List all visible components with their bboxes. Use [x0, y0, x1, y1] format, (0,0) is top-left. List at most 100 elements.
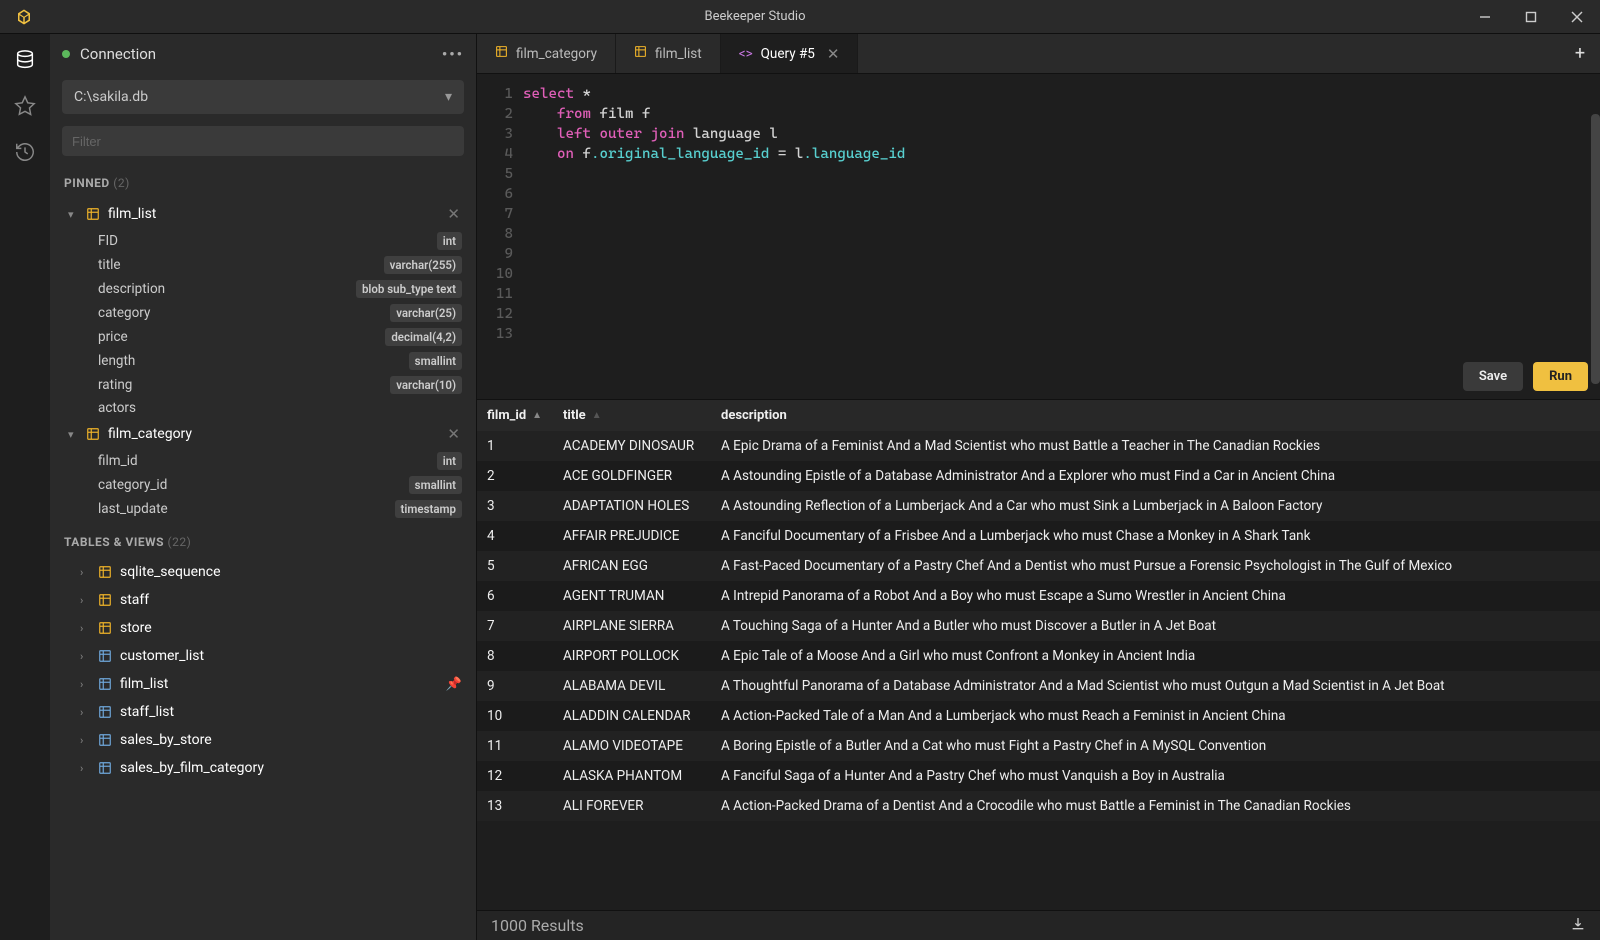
cell-title: AFRICAN EGG [553, 551, 711, 581]
table-list-item[interactable]: › staff [50, 586, 476, 614]
results-row[interactable]: 11 ALAMO VIDEOTAPE A Boring Epistle of a… [477, 731, 1600, 761]
column-type-pill: varchar(10) [390, 376, 462, 394]
table-icon [98, 677, 112, 691]
filter-input-wrap[interactable] [62, 126, 464, 156]
sql-editor[interactable]: 12345678910111213 select * from film f l… [477, 74, 1600, 354]
cell-film-id: 13 [477, 791, 553, 821]
column-row[interactable]: titlevarchar(255) [50, 253, 476, 277]
table-list-item[interactable]: › customer_list [50, 642, 476, 670]
cell-description: A Action-Packed Drama of a Dentist And a… [711, 791, 1600, 821]
cell-description: A Fast-Paced Documentary of a Pastry Che… [711, 551, 1600, 581]
table-icon [634, 45, 647, 62]
results-row[interactable]: 12 ALASKA PHANTOM A Fanciful Saga of a H… [477, 761, 1600, 791]
history-icon[interactable] [13, 140, 37, 164]
table-name: film_list [108, 206, 437, 222]
pinned-table-item[interactable]: ▾ film_category ✕ [50, 419, 476, 449]
add-tab-button[interactable]: + [1560, 34, 1600, 73]
cell-description: A Action-Packed Tale of a Man And a Lumb… [711, 701, 1600, 731]
close-button[interactable] [1554, 0, 1600, 34]
column-row[interactable]: last_updatetimestamp [50, 497, 476, 521]
filter-input[interactable] [72, 134, 454, 149]
table-name: store [120, 620, 462, 636]
table-icon [86, 207, 100, 221]
results-row[interactable]: 1 ACADEMY DINOSAUR A Epic Drama of a Fem… [477, 431, 1600, 461]
results-row[interactable]: 9 ALABAMA DEVIL A Thoughtful Panorama of… [477, 671, 1600, 701]
unpin-button[interactable]: ✕ [445, 205, 462, 223]
table-list-item[interactable]: › sqlite_sequence [50, 558, 476, 586]
column-row[interactable]: lengthsmallint [50, 349, 476, 373]
results-row[interactable]: 4 AFFAIR PREJUDICE A Fanciful Documentar… [477, 521, 1600, 551]
table-list-item[interactable]: › film_list📌 [50, 670, 476, 698]
tables-section-label: TABLES & VIEWS (22) [50, 521, 476, 558]
table-icon [98, 593, 112, 607]
download-icon[interactable] [1570, 916, 1586, 936]
table-name: film_list [120, 676, 438, 692]
maximize-button[interactable] [1508, 0, 1554, 34]
results-row[interactable]: 2 ACE GOLDFINGER A Astounding Epistle of… [477, 461, 1600, 491]
tab-label: film_category [516, 46, 597, 62]
results-header: film_id▲ title▲ description [477, 400, 1600, 431]
save-button[interactable]: Save [1463, 362, 1523, 391]
run-button[interactable]: Run [1533, 362, 1588, 391]
results-row[interactable]: 6 AGENT TRUMAN A Intrepid Panorama of a … [477, 581, 1600, 611]
col-header-film-id[interactable]: film_id▲ [477, 400, 553, 431]
column-row[interactable]: category_idsmallint [50, 473, 476, 497]
column-row[interactable]: film_idint [50, 449, 476, 473]
tab[interactable]: film_list [616, 34, 721, 73]
col-header-title[interactable]: title▲ [553, 400, 711, 431]
pinned-table-item[interactable]: ▾ film_list ✕ [50, 199, 476, 229]
window-controls [1462, 0, 1600, 34]
tab[interactable]: <>Query #5✕ [721, 34, 859, 73]
column-row[interactable]: descriptionblob sub_type text [50, 277, 476, 301]
col-header-description[interactable]: description [711, 400, 1600, 431]
code-icon: <> [739, 46, 753, 62]
database-selector[interactable]: C:\sakila.db ▾ [62, 80, 464, 114]
column-type-pill: timestamp [395, 500, 462, 518]
cell-film-id: 5 [477, 551, 553, 581]
cell-description: A Astounding Reflection of a Lumberjack … [711, 491, 1600, 521]
column-name: category [98, 305, 390, 321]
column-name: price [98, 329, 385, 345]
tabs-row: film_category film_list<>Query #5✕ + [477, 34, 1600, 74]
results-row[interactable]: 5 AFRICAN EGG A Fast-Paced Documentary o… [477, 551, 1600, 581]
column-row[interactable]: actors [50, 397, 476, 419]
results-row[interactable]: 3 ADAPTATION HOLES A Astounding Reflecti… [477, 491, 1600, 521]
connection-menu-button[interactable]: ••• [442, 45, 464, 63]
database-icon[interactable] [13, 48, 37, 72]
column-row[interactable]: pricedecimal(4,2) [50, 325, 476, 349]
editor-scrollbar[interactable] [1591, 114, 1600, 384]
column-row[interactable]: ratingvarchar(10) [50, 373, 476, 397]
results-row[interactable]: 13 ALI FOREVER A Action-Packed Drama of … [477, 791, 1600, 821]
cell-description: A Touching Saga of a Hunter And a Butler… [711, 611, 1600, 641]
table-name: staff [120, 592, 462, 608]
results-row[interactable]: 7 AIRPLANE SIERRA A Touching Saga of a H… [477, 611, 1600, 641]
cell-title: ALABAMA DEVIL [553, 671, 711, 701]
table-list-item[interactable]: › sales_by_film_category [50, 754, 476, 782]
status-bar: 1000 Results [477, 910, 1600, 940]
column-row[interactable]: FIDint [50, 229, 476, 253]
table-list-item[interactable]: › store [50, 614, 476, 642]
unpin-button[interactable]: ✕ [445, 425, 462, 443]
cell-title: ALAMO VIDEOTAPE [553, 731, 711, 761]
column-name: title [98, 257, 384, 273]
results-row[interactable]: 8 AIRPORT POLLOCK A Epic Tale of a Moose… [477, 641, 1600, 671]
star-icon[interactable] [13, 94, 37, 118]
results-count: 1000 Results [491, 916, 584, 935]
table-icon [86, 427, 100, 441]
column-row[interactable]: categoryvarchar(25) [50, 301, 476, 325]
table-list-item[interactable]: › sales_by_store [50, 726, 476, 754]
minimize-button[interactable] [1462, 0, 1508, 34]
sidebar: Connection ••• C:\sakila.db ▾ PINNED (2)… [50, 34, 477, 940]
results-table[interactable]: film_id▲ title▲ description 1 ACADEMY DI… [477, 399, 1600, 910]
tab-close-button[interactable]: ✕ [827, 45, 840, 63]
cell-description: A Boring Epistle of a Butler And a Cat w… [711, 731, 1600, 761]
results-row[interactable]: 10 ALADDIN CALENDAR A Action-Packed Tale… [477, 701, 1600, 731]
cell-title: AIRPLANE SIERRA [553, 611, 711, 641]
icon-rail [0, 34, 50, 940]
table-name: film_category [108, 426, 437, 442]
table-icon [98, 649, 112, 663]
tab[interactable]: film_category [477, 34, 616, 73]
cell-description: A Intrepid Panorama of a Robot And a Boy… [711, 581, 1600, 611]
table-list-item[interactable]: › staff_list [50, 698, 476, 726]
column-type-pill: decimal(4,2) [385, 328, 462, 346]
